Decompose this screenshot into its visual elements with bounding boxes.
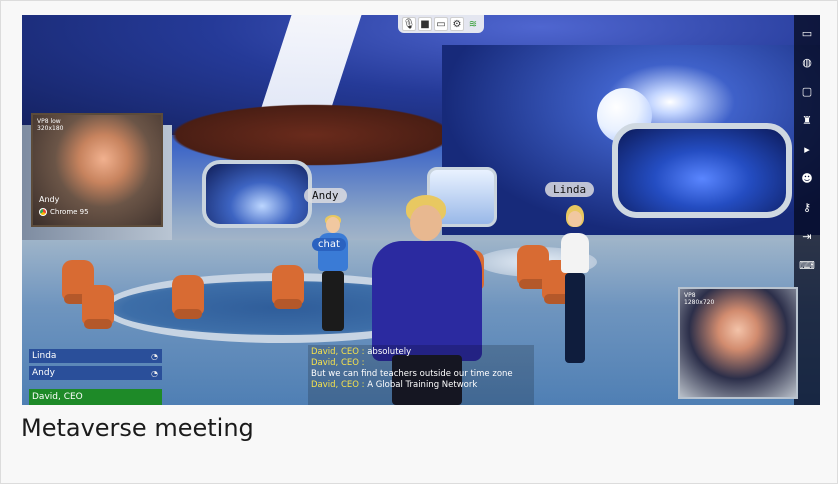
chair [172, 275, 204, 319]
microphone-icon[interactable]: 🎙 [402, 17, 416, 31]
media-card: Andy chat Linda 🎙 ■ ▭ ⚙ ≋ ▭ ◍ ▢ ♜ ▸ ☻ ⚷ … [0, 0, 838, 484]
chat-line: David, CEO : A Global Training Network [311, 380, 478, 390]
tag-icon[interactable]: ▭ [799, 25, 815, 41]
globe-icon[interactable]: ◍ [799, 54, 815, 70]
exit-icon[interactable]: ⇥ [799, 228, 815, 244]
window-right [612, 123, 792, 218]
window-left [202, 160, 312, 228]
video-stats-andy: VP8 low 320x180 [37, 118, 64, 132]
chat-bubble: chat [312, 238, 346, 251]
video-tile-andy[interactable]: VP8 low 320x180 Andy Chrome 95 [31, 113, 163, 227]
metaverse-scene[interactable]: Andy chat Linda 🎙 ■ ▭ ⚙ ≋ ▭ ◍ ▢ ♜ ▸ ☻ ⚷ … [22, 15, 820, 405]
screen-share-icon[interactable]: ▢ [799, 83, 815, 99]
video-tile-linda[interactable]: VP8 1280x720 [678, 287, 798, 399]
settings-icon[interactable]: ⚙ [450, 17, 464, 31]
top-toolbar: 🎙 ■ ▭ ⚙ ≋ [398, 15, 484, 33]
key-icon[interactable]: ⚷ [799, 199, 815, 215]
chair [272, 265, 304, 309]
signal-icon: ◔ [151, 368, 158, 378]
person-speak-icon[interactable]: ☻ [799, 170, 815, 186]
screen-icon[interactable]: ▭ [434, 17, 448, 31]
wifi-icon: ≋ [468, 18, 478, 30]
participant-david[interactable]: David, CEO [29, 389, 162, 405]
chat-line: David, CEO : [311, 358, 365, 368]
chat-log: David, CEO : absolutely David, CEO : But… [308, 345, 534, 405]
participant-andy[interactable]: Andy ◔ [29, 366, 162, 380]
caption: Metaverse meeting [21, 414, 254, 442]
ceiling-ring [152, 100, 472, 170]
keyboard-icon[interactable]: ⌨ [799, 257, 815, 273]
video-name-andy: Andy [39, 195, 60, 204]
avatar-outfit-icon[interactable]: ♜ [799, 112, 815, 128]
video-browser-andy: Chrome 95 [39, 208, 89, 216]
participant-linda[interactable]: Linda ◔ [29, 349, 162, 363]
chat-line: But we can find teachers outside our tim… [311, 369, 513, 379]
signal-icon: ◔ [151, 351, 158, 361]
chair [82, 285, 114, 329]
camera-icon[interactable]: ■ [418, 17, 432, 31]
chat-line: David, CEO : absolutely [311, 347, 412, 357]
video-stats-linda: VP8 1280x720 [684, 292, 715, 306]
video-icon[interactable]: ▸ [799, 141, 815, 157]
avatar-name-andy: Andy [304, 188, 347, 203]
chrome-icon [39, 208, 47, 216]
avatar-name-linda: Linda [545, 182, 595, 197]
